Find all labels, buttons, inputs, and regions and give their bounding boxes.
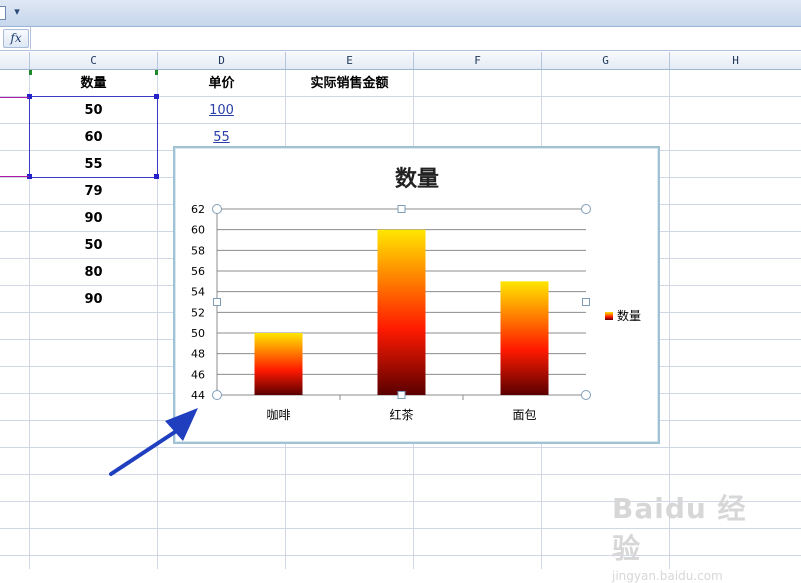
y-tick-label: 58 [191,244,205,257]
plot-area-handle[interactable] [397,205,406,213]
quick-access-toolbar: ▾ [0,0,801,27]
plot-area-handle[interactable] [581,204,591,214]
insert-function-button[interactable]: fx [3,29,29,48]
x-category-label: 面包 [512,408,536,422]
y-tick-label: 56 [191,265,205,278]
column-header-c[interactable]: C [30,52,158,69]
watermark-url: jingyan.baidu.com [612,569,723,583]
chart-canvas: 数量 44 46 48 50 52 54 56 58 60 62 咖啡 红茶 面包 数量 [191,166,641,422]
chart-title: 数量 [395,166,439,192]
cell-c9[interactable]: 90 [30,286,157,313]
column-header-g[interactable]: G [542,52,670,69]
cell-c1-header[interactable]: 数量 [30,70,157,97]
plot-area-handle[interactable] [212,204,222,214]
formula-bar: fx [0,27,801,51]
plot-area-handle[interactable] [212,390,222,400]
chart-data-range-highlight [29,96,158,178]
formula-input[interactable] [30,27,801,49]
series-name-handle[interactable] [29,70,32,75]
column-header-row: C D E F G H [0,52,801,70]
y-tick-label: 48 [191,348,205,361]
range-resize-handle[interactable] [154,174,159,179]
watermark-brand: Baidu 经验 [612,492,747,565]
save-icon[interactable] [0,6,6,20]
column-header-h[interactable]: H [670,52,801,69]
legend-label: 数量 [617,308,641,323]
cell-c6[interactable]: 90 [30,205,157,232]
cell-c5[interactable]: 79 [30,178,157,205]
embedded-bar-chart[interactable]: 数量 44 46 48 50 52 54 56 58 60 62 咖啡 红茶 面包 数量 [173,146,660,444]
x-category-label: 红茶 [389,407,413,422]
cell-d2[interactable]: 100 [158,97,285,124]
cell-e1-header[interactable]: 实际销售金额 [286,70,413,97]
bar [500,281,549,395]
y-tick-label: 62 [191,203,205,216]
y-tick-label: 54 [191,286,205,299]
y-tick-label: 52 [191,306,205,319]
plot-area-handle[interactable] [213,298,221,306]
x-category-label: 咖啡 [266,407,290,422]
customize-toolbar-dropdown-icon[interactable]: ▾ [10,4,24,20]
bar [377,229,426,395]
column-header-f[interactable]: F [414,52,542,69]
range-resize-handle[interactable] [154,94,159,99]
column-header-b[interactable] [0,52,30,69]
series-name-handle[interactable] [155,70,158,75]
legend-swatch [605,312,613,320]
category-range-border [0,97,29,98]
y-tick-label: 44 [191,389,205,402]
y-tick-label: 60 [191,224,205,237]
y-tick-label: 46 [191,368,205,381]
plot-area-handle[interactable] [397,391,406,399]
y-tick-label: 50 [191,327,205,340]
column-header-d[interactable]: D [158,52,286,69]
plot-area-handle[interactable] [582,298,590,306]
category-range-border [0,176,29,177]
cell-d1-header[interactable]: 单价 [158,70,285,97]
bar [254,333,303,395]
cell-c8[interactable]: 80 [30,259,157,286]
baidu-watermark: Baidu 经验 jingyan.baidu.com [612,487,762,583]
column-header-e[interactable]: E [286,52,414,69]
cell-c7[interactable]: 50 [30,232,157,259]
plot-area-handle[interactable] [581,390,591,400]
